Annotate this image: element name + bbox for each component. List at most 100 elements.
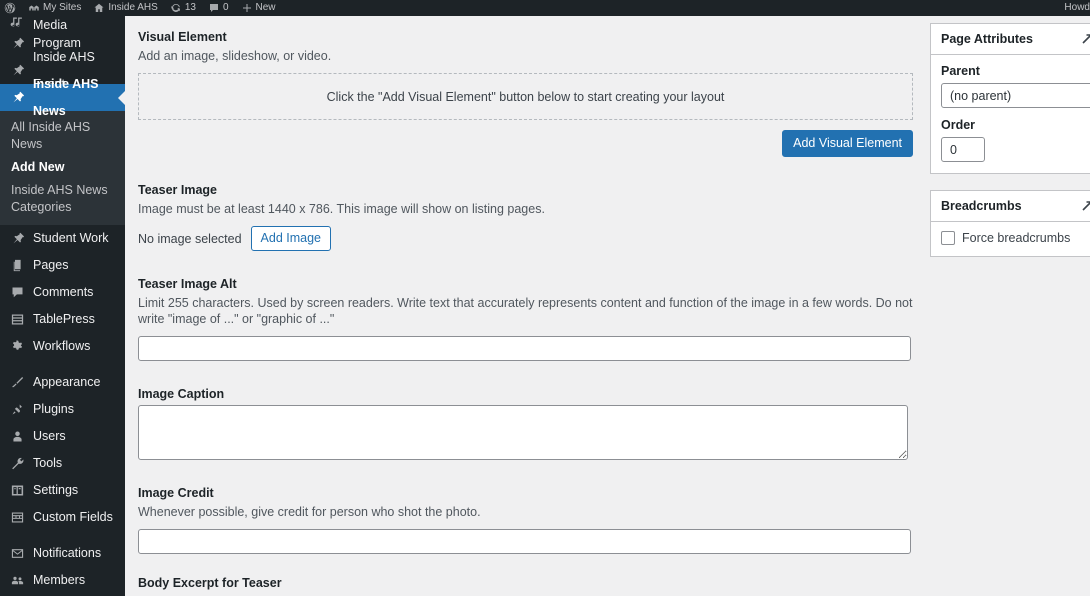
- breadcrumbs-body: Force breadcrumbs: [931, 222, 1090, 256]
- order-input[interactable]: 0: [941, 137, 985, 162]
- force-breadcrumbs-checkbox[interactable]: [941, 231, 955, 245]
- howdy-label: Howd: [1064, 2, 1090, 13]
- image-credit-input[interactable]: [138, 529, 911, 554]
- add-visual-element-button[interactable]: Add Visual Element: [782, 130, 913, 157]
- field-teaser-image: Teaser Image Image must be at least 1440…: [138, 183, 913, 251]
- sidebar-item-label: Settings: [33, 483, 79, 497]
- visual-element-dropzone[interactable]: Click the "Add Visual Element" button be…: [138, 73, 913, 120]
- wp-logo-menu[interactable]: [0, 0, 22, 16]
- submenu-item-label: All Inside AHS News: [11, 120, 91, 151]
- envelope-icon: [9, 546, 25, 562]
- parent-select-value: (no parent): [950, 88, 1012, 103]
- pin-icon: [9, 63, 25, 79]
- admin-bar: My Sites Inside AHS 13 0 New Howd: [0, 0, 1090, 16]
- wordpress-logo-icon: [4, 2, 16, 14]
- image-caption-textarea[interactable]: [138, 405, 908, 460]
- comments-menu[interactable]: 0: [202, 0, 235, 16]
- force-breadcrumbs-label: Force breadcrumbs: [962, 231, 1071, 245]
- teaser-image-alt-input[interactable]: [138, 336, 911, 361]
- image-credit-label: Image Credit: [138, 486, 214, 500]
- sidebar-item-label: Comments: [33, 285, 94, 299]
- sidebar-item-members[interactable]: Members: [0, 567, 125, 594]
- comments-count: 0: [222, 2, 229, 13]
- visual-element-dropzone-text: Click the "Add Visual Element" button be…: [326, 89, 725, 104]
- teaser-image-control-row: No image selected Add Image: [138, 226, 913, 251]
- sidebar-item-users[interactable]: Users: [0, 423, 125, 450]
- settings-icon: [9, 483, 25, 499]
- sidebar-item-label: Pages: [33, 258, 69, 272]
- sidebar-item-pages[interactable]: Pages: [0, 252, 125, 279]
- site-name-menu[interactable]: Inside AHS: [87, 0, 163, 16]
- force-breadcrumbs-row[interactable]: Force breadcrumbs: [941, 231, 1090, 245]
- new-content-menu[interactable]: New: [235, 0, 282, 16]
- new-label: New: [255, 2, 276, 13]
- sidebar-submenu-inside-ahs-news: All Inside AHS News Add New Inside AHS N…: [0, 111, 125, 225]
- sidebar-item-custom-fields[interactable]: Custom Fields: [0, 504, 125, 531]
- sidebar-item-label: Inside AHS News: [33, 76, 99, 118]
- sidebar-item-label: Plugins: [33, 402, 74, 416]
- submenu-item-label: Add New: [11, 160, 65, 174]
- submenu-item-inside-ahs-news-categories[interactable]: Inside AHS News Categories: [0, 179, 125, 219]
- teaser-image-status: No image selected: [138, 231, 242, 246]
- table-icon: [9, 312, 25, 328]
- sidebar-item-student-work[interactable]: Student Work: [0, 225, 125, 252]
- teaser-image-label: Teaser Image: [138, 183, 217, 197]
- parent-label: Parent: [941, 64, 980, 78]
- panel-breadcrumbs: Breadcrumbs Force breadcrumbs: [930, 190, 1090, 257]
- pages-icon: [9, 258, 25, 274]
- user-icon: [9, 429, 25, 445]
- sidebar-item-inside-ahs-news[interactable]: Inside AHS News: [0, 77, 125, 118]
- breadcrumbs-header[interactable]: Breadcrumbs: [931, 191, 1090, 222]
- updates-menu[interactable]: 13: [164, 0, 202, 16]
- sidebar-item-comments[interactable]: Comments: [0, 279, 125, 306]
- admin-sidebar-menu: Media Program Inside AHS Event Inside AH…: [0, 16, 125, 596]
- post-edit-main-column: Visual Element Add an image, slideshow, …: [125, 16, 925, 596]
- sidebar-item-notifications[interactable]: Notifications: [0, 540, 125, 567]
- howdy-menu[interactable]: Howd: [1058, 0, 1090, 16]
- visual-element-label: Visual Element: [138, 30, 227, 44]
- parent-select[interactable]: (no parent): [941, 83, 1090, 108]
- sidebar-item-tools[interactable]: Tools: [0, 450, 125, 477]
- page-attributes-title: Page Attributes: [941, 32, 1033, 46]
- panel-toggle-icon[interactable]: [1080, 32, 1090, 46]
- sidebar-item-label: Student Work: [33, 231, 109, 245]
- panel-page-attributes: Page Attributes Parent (no parent) Order…: [930, 23, 1090, 174]
- my-sites-label: My Sites: [43, 2, 82, 13]
- page-attributes-body: Parent (no parent) Order 0: [931, 55, 1090, 173]
- field-image-credit: Image Credit Whenever possible, give cre…: [138, 486, 913, 554]
- image-credit-description: Whenever possible, give credit for perso…: [138, 505, 481, 519]
- body-excerpt-label: Body Excerpt for Teaser: [138, 576, 282, 590]
- pin-icon: [9, 36, 25, 52]
- sidebar-item-label: Custom Fields: [33, 510, 113, 524]
- page-attributes-header[interactable]: Page Attributes: [931, 24, 1090, 55]
- order-label: Order: [941, 118, 976, 132]
- sidebar-item-label: Notifications: [33, 546, 102, 560]
- gear-icon: [9, 339, 25, 355]
- sidebar-item-workflows[interactable]: Workflows: [0, 333, 125, 360]
- sidebar-item-label: Media: [33, 18, 68, 30]
- pin-icon: [9, 90, 25, 106]
- add-image-button[interactable]: Add Image: [250, 226, 331, 251]
- plugin-icon: [9, 402, 25, 418]
- teaser-image-alt-description: Limit 255 characters. Used by screen rea…: [138, 296, 913, 326]
- field-image-caption: Image Caption: [138, 387, 913, 460]
- pin-icon: [9, 231, 25, 247]
- sidebar-item-label: Members: [33, 573, 86, 587]
- multisite-icon: [28, 2, 40, 14]
- members-icon: [9, 573, 25, 589]
- brush-icon: [9, 375, 25, 391]
- panel-toggle-icon[interactable]: [1080, 199, 1090, 213]
- sidebar-item-label: Appearance: [33, 375, 101, 389]
- sidebar-item-tablepress[interactable]: TablePress: [0, 306, 125, 333]
- updates-icon: [170, 2, 182, 14]
- sidebar-item-plugins[interactable]: Plugins: [0, 396, 125, 423]
- sidebar-item-appearance[interactable]: Appearance: [0, 369, 125, 396]
- sidebar-item-settings[interactable]: Settings: [0, 477, 125, 504]
- visual-element-button-row: Add Visual Element: [138, 130, 913, 157]
- my-sites-menu[interactable]: My Sites: [22, 0, 87, 16]
- submenu-item-add-new[interactable]: Add New: [0, 156, 125, 179]
- sidebar-item-media[interactable]: Media: [0, 16, 125, 30]
